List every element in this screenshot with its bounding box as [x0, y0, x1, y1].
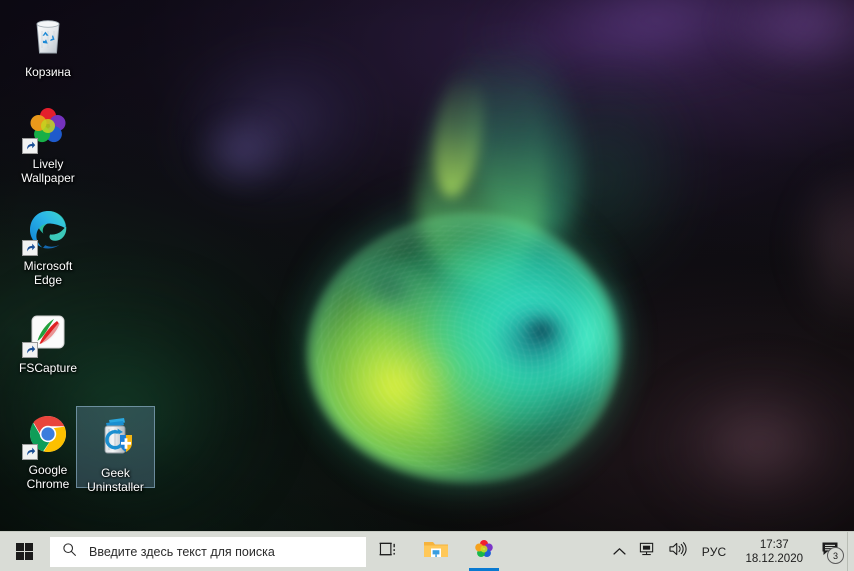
lively-wallpaper-icon — [22, 104, 72, 154]
desktop-icon-label: Корзина — [25, 65, 71, 79]
desktop-icon-geek-uninstaller[interactable]: Geek Uninstaller — [76, 406, 155, 494]
desktop-icon-fscapture[interactable]: FSCapture — [8, 302, 88, 375]
network-icon — [638, 541, 656, 562]
show-desktop-button[interactable] — [847, 532, 854, 571]
tray-network-button[interactable] — [632, 532, 662, 571]
tray-overflow-button[interactable] — [607, 532, 632, 571]
task-view-button[interactable] — [366, 532, 410, 571]
tray-volume-button[interactable] — [662, 532, 693, 571]
taskbar-app-lively-wallpaper[interactable] — [461, 532, 506, 571]
shortcut-arrow-icon — [22, 342, 38, 358]
recycle-bin-icon — [24, 12, 72, 60]
shortcut-arrow-icon — [22, 444, 38, 460]
fscapture-icon — [22, 308, 72, 358]
desktop-icon-recycle-bin[interactable]: Корзина — [8, 6, 88, 79]
microsoft-edge-icon — [22, 206, 72, 256]
taskbar-app-file-explorer[interactable] — [413, 532, 458, 571]
notification-badge-count: 3 — [827, 547, 844, 564]
search-placeholder: Введите здесь текст для поиска — [89, 544, 275, 559]
chevron-up-icon — [613, 543, 626, 561]
windows-logo-icon — [15, 543, 33, 560]
geek-uninstaller-icon — [92, 413, 140, 461]
lively-wallpaper-icon — [472, 537, 496, 566]
volume-icon — [668, 541, 687, 562]
desktop-icon-lively-wallpaper[interactable]: Lively Wallpaper — [8, 98, 88, 185]
desktop-icon-grid: Корзина Lively Wallpaper Microsoft Edge … — [0, 0, 854, 531]
desktop[interactable]: Корзина Lively Wallpaper Microsoft Edge … — [0, 0, 854, 571]
desktop-icon-label: Lively Wallpaper — [21, 157, 75, 185]
tray-language-indicator[interactable]: РУС — [693, 545, 736, 559]
shortcut-arrow-icon — [22, 240, 38, 256]
search-icon — [62, 542, 77, 562]
system-tray: РУС 17:37 18.12.2020 3 — [607, 532, 854, 571]
task-view-icon — [379, 541, 398, 563]
google-chrome-icon — [22, 410, 72, 460]
taskbar: Введите здесь текст для поиска РУС 17:37… — [0, 531, 854, 571]
shortcut-arrow-icon — [22, 138, 38, 154]
desktop-icon-microsoft-edge[interactable]: Microsoft Edge — [8, 200, 88, 287]
taskbar-clock[interactable]: 17:37 18.12.2020 — [735, 532, 813, 571]
clock-date: 18.12.2020 — [745, 552, 803, 565]
desktop-icon-label: Geek Uninstaller — [87, 466, 144, 494]
start-button[interactable] — [0, 532, 48, 571]
desktop-icon-label: Microsoft Edge — [23, 259, 73, 287]
file-explorer-icon — [423, 538, 449, 565]
clock-time: 17:37 — [759, 538, 789, 551]
taskbar-search-box[interactable]: Введите здесь текст для поиска — [50, 536, 366, 567]
desktop-icon-label: FSCapture — [18, 361, 78, 375]
notification-center-button[interactable]: 3 — [813, 532, 847, 571]
